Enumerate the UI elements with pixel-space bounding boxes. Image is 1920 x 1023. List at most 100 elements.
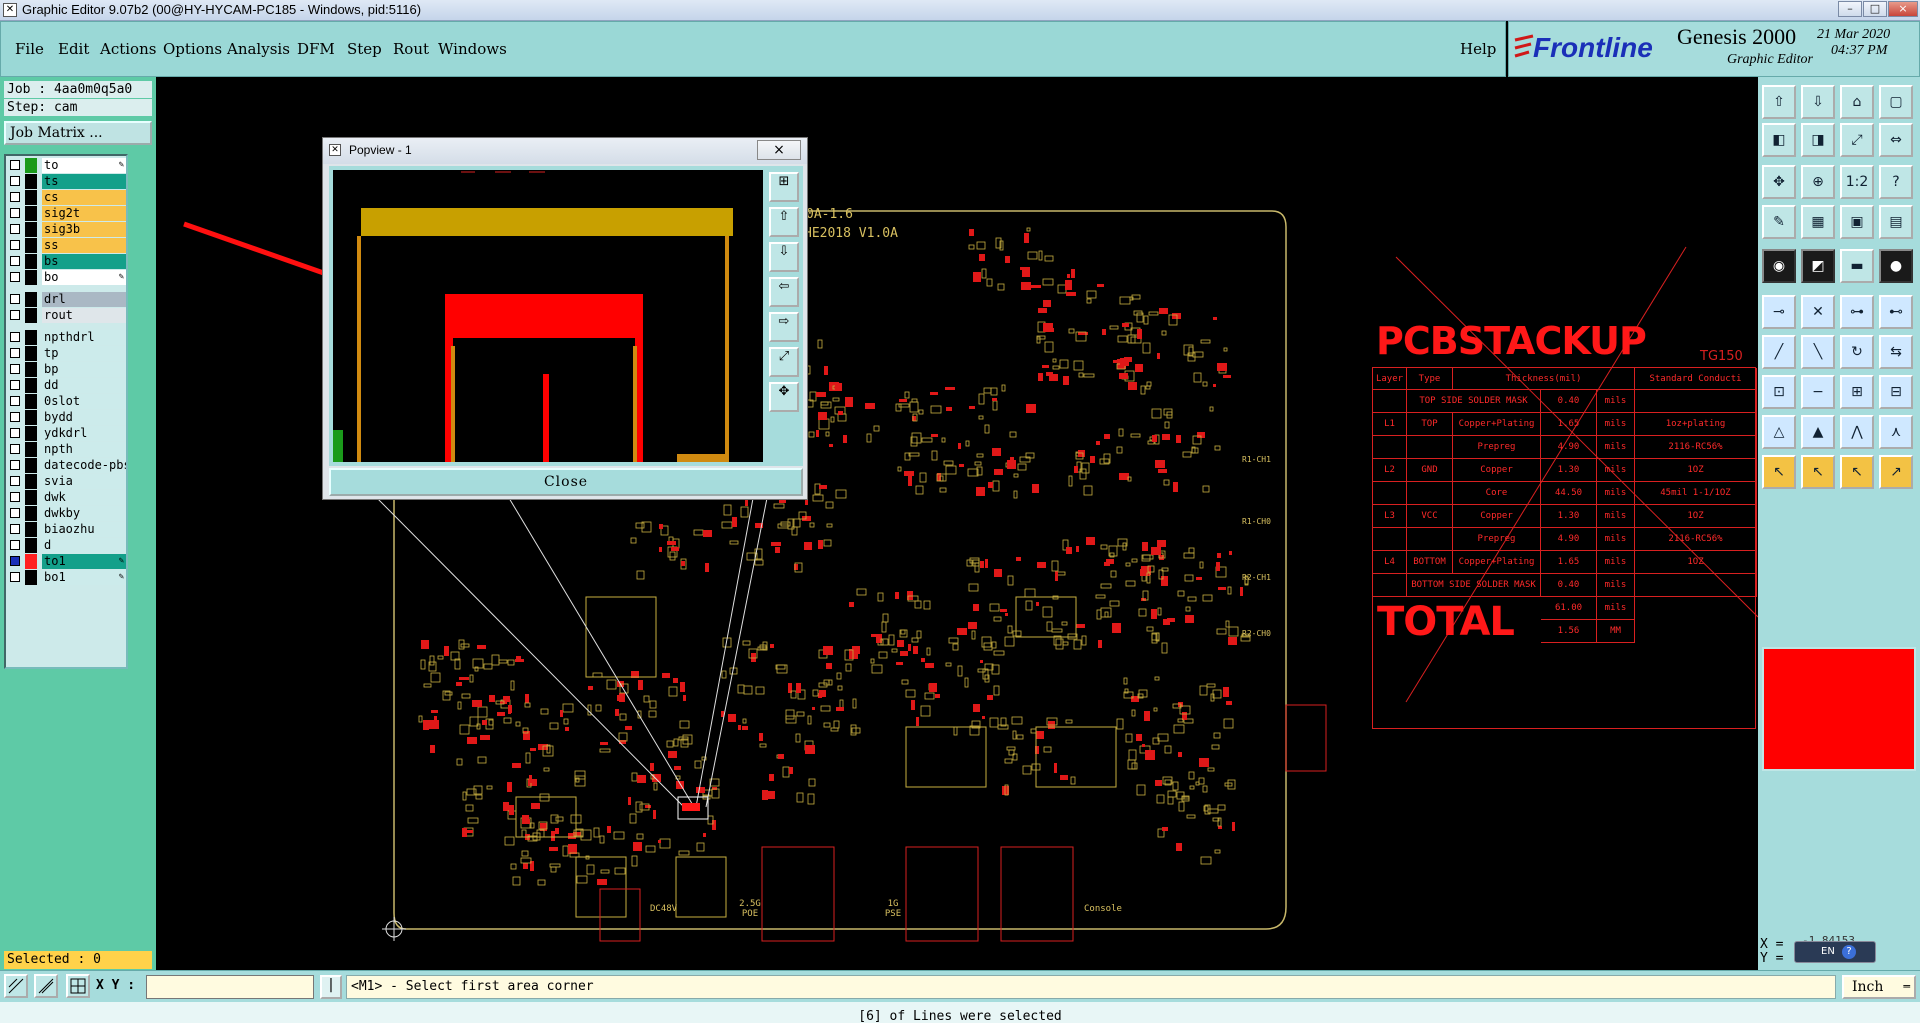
layer-row[interactable]: npth — [8, 442, 126, 457]
layer-checkbox[interactable] — [10, 492, 20, 502]
popview-close-x[interactable]: × — [757, 140, 801, 160]
layer-name[interactable]: sig2t — [42, 206, 126, 221]
layer-color-swatch[interactable] — [25, 506, 37, 521]
layer-row[interactable]: ts — [8, 174, 126, 189]
expand-tool-icon[interactable]: ⇔ — [1879, 123, 1913, 157]
layer-checkbox[interactable] — [10, 348, 20, 358]
layer-checkbox[interactable] — [10, 540, 20, 550]
layer-name[interactable]: biaozhu — [42, 522, 126, 537]
line-mode-icon[interactable] — [34, 974, 58, 998]
popview-title-bar[interactable]: ✕ Popview - 1 × — [323, 138, 807, 164]
sel-c-tool-icon[interactable]: ↖ — [1840, 455, 1874, 489]
select-mode-icon[interactable] — [4, 974, 28, 998]
layer-checkbox[interactable] — [10, 444, 20, 454]
fit-tool-icon[interactable]: ⤢ — [1840, 123, 1874, 157]
layer-row[interactable]: datecode-pbs — [8, 458, 126, 473]
popview-zoom-icon[interactable]: ⊞ — [769, 172, 799, 202]
layer-name[interactable]: dwkby — [42, 506, 126, 521]
ratio-tool-icon[interactable]: 1:2 — [1840, 165, 1874, 199]
layer-color-swatch[interactable] — [25, 458, 37, 473]
move-tool-icon[interactable]: ⊞ — [1840, 375, 1874, 409]
menu-actions[interactable]: Actions — [100, 40, 156, 58]
layer-checkbox[interactable] — [10, 460, 20, 470]
layer-row[interactable]: bo1 ✎ — [8, 570, 126, 585]
line-b-tool-icon[interactable]: ╲ — [1801, 335, 1835, 369]
layer-checkbox[interactable] — [10, 476, 20, 486]
layer-row[interactable]: bs — [8, 254, 126, 269]
layer-color-swatch[interactable] — [25, 570, 37, 585]
layer-b-tool-icon[interactable]: ▤ — [1879, 205, 1913, 239]
layer-color-swatch[interactable] — [25, 490, 37, 505]
ime-help-icon[interactable]: ? — [1842, 945, 1856, 959]
layer-checkbox[interactable] — [10, 208, 20, 218]
menu-edit[interactable]: Edit — [58, 40, 89, 58]
layer-name[interactable]: dd — [42, 378, 126, 393]
grid-mode-icon[interactable] — [66, 974, 90, 998]
layer-checkbox[interactable] — [10, 396, 20, 406]
layer-checkbox[interactable] — [10, 556, 20, 566]
prev-tool-icon[interactable]: ◧ — [1762, 123, 1796, 157]
layer-name[interactable]: bo ✎ — [42, 270, 126, 285]
layer-color-swatch[interactable] — [25, 378, 37, 393]
layer-color-swatch[interactable] — [25, 238, 37, 253]
menu-options[interactable]: Options — [163, 40, 222, 58]
popview-center-icon[interactable]: ✥ — [769, 382, 799, 412]
ime-indicator[interactable]: EN ? — [1794, 941, 1876, 963]
layer-color-swatch[interactable] — [25, 174, 37, 189]
maximize-button[interactable]: □ — [1863, 1, 1887, 17]
sel-b-tool-icon[interactable]: ↖ — [1801, 455, 1835, 489]
layer-name[interactable]: svia — [42, 474, 126, 489]
layer-color-swatch[interactable] — [25, 394, 37, 409]
menu-dfm[interactable]: DFM — [297, 40, 335, 58]
layer-checkbox[interactable] — [10, 508, 20, 518]
layer-color-swatch[interactable] — [25, 474, 37, 489]
close-window-button[interactable]: × — [1888, 1, 1918, 17]
layer-row[interactable]: to1 ✎ — [8, 554, 126, 569]
layer-name[interactable]: bo1 ✎ — [42, 570, 126, 585]
popview-up-icon[interactable]: ⇧ — [769, 207, 799, 237]
tri-a-tool-icon[interactable]: △ — [1762, 415, 1796, 449]
zoom-tool-icon[interactable]: ⊕ — [1801, 165, 1835, 199]
tri-b-tool-icon[interactable]: ▲ — [1801, 415, 1835, 449]
units-selector[interactable]: Inch ═ — [1842, 975, 1916, 999]
layer-checkbox[interactable] — [10, 160, 20, 170]
layer-color-swatch[interactable] — [25, 346, 37, 361]
xy-input[interactable] — [146, 975, 314, 999]
add-pad-tool-icon[interactable]: ⊸ — [1762, 295, 1796, 329]
layer-name[interactable]: to ✎ — [42, 158, 126, 173]
menu-rout[interactable]: Rout — [393, 40, 429, 58]
layer-row[interactable]: svia — [8, 474, 126, 489]
job-matrix-button[interactable]: Job Matrix ... — [4, 121, 152, 145]
layer-checkbox[interactable] — [10, 192, 20, 202]
layer-checkbox[interactable] — [10, 524, 20, 534]
layer-name[interactable]: cs — [42, 190, 126, 205]
layer-color-swatch[interactable] — [25, 554, 37, 569]
layer-checkbox[interactable] — [10, 272, 20, 282]
layer-row[interactable]: sig3b — [8, 222, 126, 237]
window-tool-icon[interactable]: ▢ — [1879, 85, 1913, 119]
layer-name[interactable]: datecode-pbs — [42, 458, 126, 473]
layer-row[interactable]: to ✎ — [8, 158, 126, 173]
layer-checkbox[interactable] — [10, 428, 20, 438]
tri-d-tool-icon[interactable]: ⋏ — [1879, 415, 1913, 449]
layer-color-swatch[interactable] — [25, 362, 37, 377]
layer-color-swatch[interactable] — [25, 330, 37, 345]
layer-name[interactable]: sig3b — [42, 222, 126, 237]
next-tool-icon[interactable]: ◨ — [1801, 123, 1835, 157]
layer-name[interactable]: bydd — [42, 410, 126, 425]
layer-name[interactable]: ss — [42, 238, 126, 253]
minus-tool-icon[interactable]: − — [1801, 375, 1835, 409]
help-tool-icon[interactable]: ? — [1879, 165, 1913, 199]
layer-a-tool-icon[interactable]: ▣ — [1840, 205, 1874, 239]
layer-row[interactable]: sig2t — [8, 206, 126, 221]
layer-name[interactable]: bp — [42, 362, 126, 377]
layer-color-swatch[interactable] — [25, 292, 37, 307]
popview-right-icon[interactable]: ⇨ — [769, 312, 799, 342]
step-out-tool-icon[interactable]: ⇩ — [1801, 85, 1835, 119]
layer-name[interactable]: rout — [42, 308, 126, 323]
layer-row[interactable]: d — [8, 538, 126, 553]
sel-a-tool-icon[interactable]: ↖ — [1762, 455, 1796, 489]
layer-checkbox[interactable] — [10, 572, 20, 582]
layer-color-swatch[interactable] — [25, 538, 37, 553]
layer-checkbox[interactable] — [10, 380, 20, 390]
